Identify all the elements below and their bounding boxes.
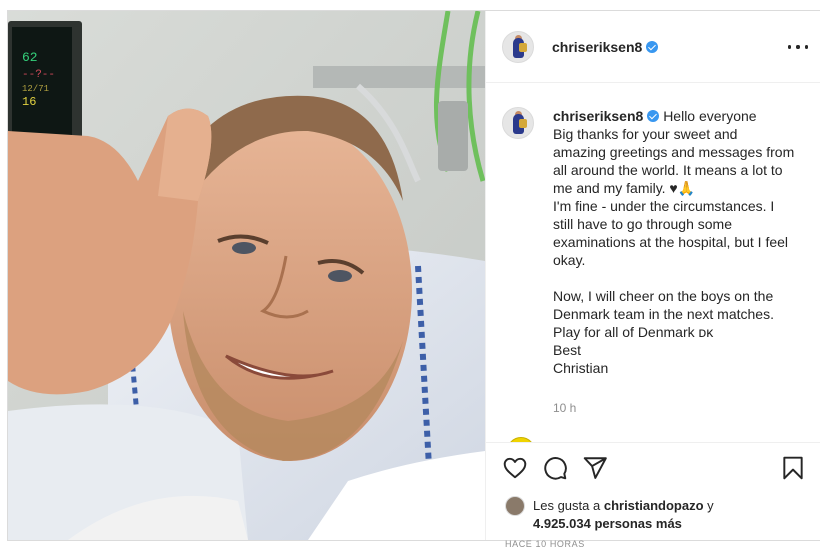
caption-line: me and my family. ♥🙏 <box>553 180 696 196</box>
caption-line: all around the world. It means a lot to <box>553 162 783 178</box>
caption-verified-badge-icon <box>647 110 660 122</box>
liker-username[interactable]: christiandopazo <box>604 498 704 513</box>
post-header: chriseriksen8 <box>486 11 820 83</box>
post-frame: 62 --?-- 12/71 16 chriseriksen8 chriseri… <box>7 10 820 549</box>
caption-line: Now, I will cheer on the boys on the <box>553 288 774 304</box>
heart-icon[interactable] <box>502 455 528 481</box>
comments-section[interactable]: chriseriksen8 Hello everyone Big thanks … <box>486 83 820 443</box>
comment-icon[interactable] <box>542 455 568 481</box>
post-caption: chriseriksen8 Hello everyone Big thanks … <box>553 107 803 377</box>
likes-count-suffix[interactable]: personas más <box>594 516 681 531</box>
post-details-panel: chriseriksen8 chriseriksen8 Hello everyo… <box>485 11 820 549</box>
caption-line: Big thanks for your sweet and <box>553 126 738 142</box>
caption-line: Denmark team in the next matches. <box>553 306 774 322</box>
caption-line: still have to go through some <box>553 216 732 232</box>
post-photo[interactable]: 62 --?-- 12/71 16 <box>8 11 485 540</box>
share-icon[interactable] <box>582 455 608 481</box>
caption-line: Play for all of Denmark ᴅᴋ <box>553 324 714 340</box>
caption-time-ago[interactable]: 10 h <box>553 401 576 415</box>
caption-line: okay. <box>553 252 586 268</box>
caption-first-line: Hello everyone <box>663 108 757 124</box>
author-username-text[interactable]: chriseriksen8 <box>552 39 642 55</box>
caption-line: I'm fine - under the circumstances. I <box>553 198 775 214</box>
author-avatar[interactable] <box>502 31 534 63</box>
likes-count[interactable]: 4.925.034 <box>533 516 591 531</box>
verified-badge-icon <box>646 41 659 53</box>
bookmark-icon[interactable] <box>780 455 806 481</box>
author-username-header[interactable]: chriseriksen8 <box>552 39 659 55</box>
monitor-reading-1: 62 <box>22 50 38 65</box>
monitor-reading-2: --?-- <box>22 69 55 81</box>
more-options-icon[interactable] <box>788 37 808 57</box>
caption-line <box>553 269 803 287</box>
monitor-reading-3: 12/71 <box>22 84 49 94</box>
likes-count-link[interactable]: 4.925.034 personas más <box>533 515 682 533</box>
caption-author-avatar[interactable] <box>502 107 534 139</box>
likes-prefix: Les gusta a <box>533 498 601 513</box>
likes-suffix: y <box>707 498 714 513</box>
caption-line: amazing greetings and messages from <box>553 144 795 160</box>
post-actions: Les gusta a christiandopazo y 4.925.034 … <box>486 442 820 549</box>
caption-username[interactable]: chriseriksen8 <box>553 108 643 124</box>
monitor-reading-4: 16 <box>22 95 36 109</box>
liker-avatar[interactable] <box>505 496 525 516</box>
photo-illustration: 62 --?-- 12/71 16 <box>8 11 485 540</box>
caption-line: examinations at the hospital, but I feel <box>553 234 789 250</box>
caption-line: Best <box>553 342 582 358</box>
caption-line: Christian <box>553 360 609 376</box>
